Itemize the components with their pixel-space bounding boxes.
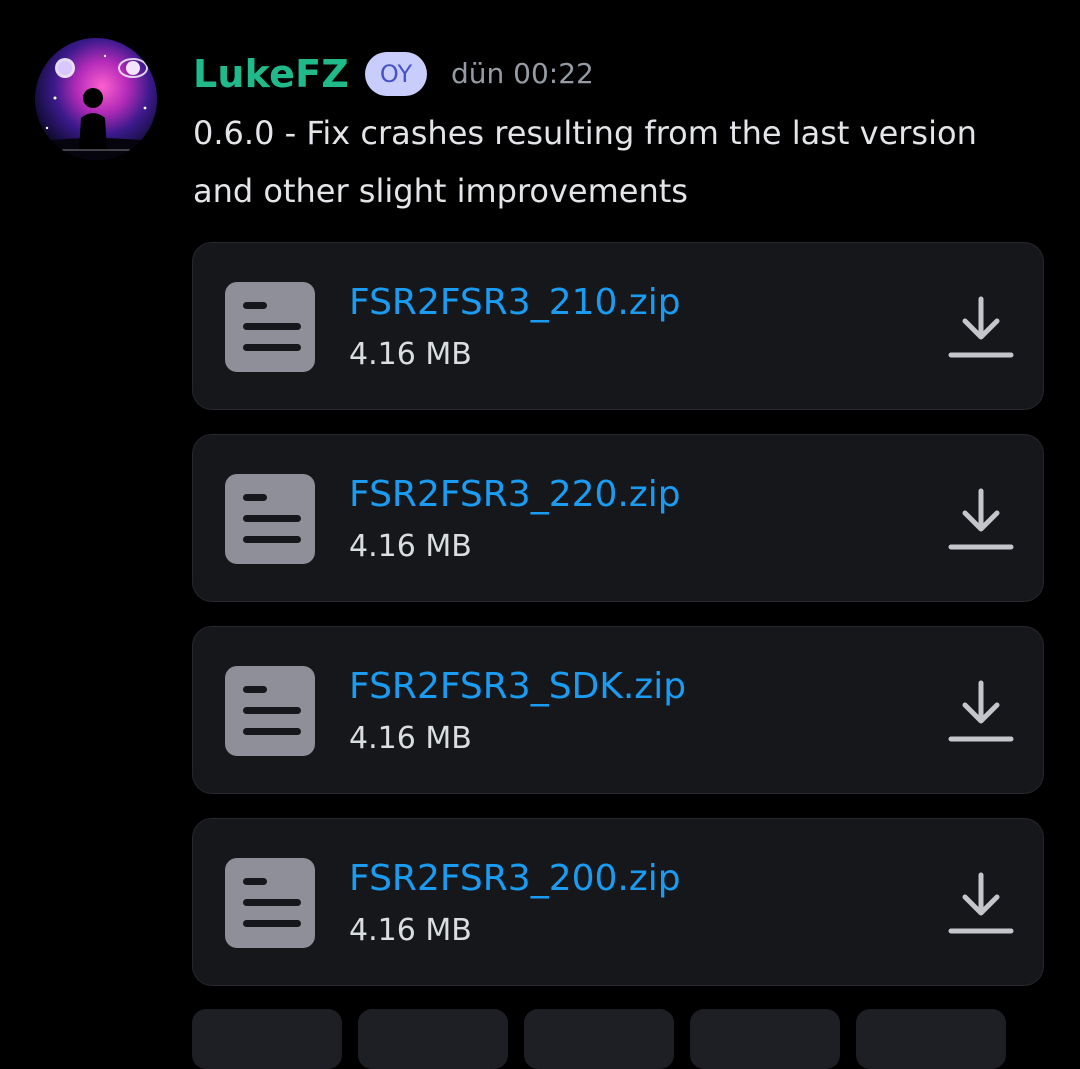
file-document-icon	[225, 474, 315, 564]
file-size: 4.16 MB	[349, 721, 472, 756]
reaction-bar	[192, 1009, 1006, 1069]
file-document-icon	[225, 282, 315, 372]
user-avatar[interactable]	[35, 38, 157, 160]
file-size: 4.16 MB	[349, 337, 472, 372]
file-attachment[interactable]: FSR2FSR3_220.zip 4.16 MB	[192, 434, 1044, 602]
timestamp: dün 00:22	[451, 57, 594, 90]
file-name-link[interactable]: FSR2FSR3_200.zip	[349, 855, 681, 903]
reaction-pill[interactable]	[358, 1009, 508, 1069]
attachment-list: FSR2FSR3_210.zip 4.16 MB FSR2FSR3_220.zi…	[192, 242, 1044, 1010]
message-text: 0.6.0 - Fix crashes resulting from the l…	[193, 114, 977, 210]
download-icon[interactable]	[943, 677, 1019, 745]
reaction-pill[interactable]	[524, 1009, 674, 1069]
reaction-pill[interactable]	[856, 1009, 1006, 1069]
reaction-pill[interactable]	[690, 1009, 840, 1069]
file-size: 4.16 MB	[349, 913, 472, 948]
file-document-icon	[225, 858, 315, 948]
download-icon[interactable]	[943, 293, 1019, 361]
file-name-link[interactable]: FSR2FSR3_SDK.zip	[349, 663, 686, 711]
file-attachment[interactable]: FSR2FSR3_SDK.zip 4.16 MB	[192, 626, 1044, 794]
download-icon[interactable]	[943, 485, 1019, 553]
file-attachment[interactable]: FSR2FSR3_200.zip 4.16 MB	[192, 818, 1044, 986]
download-icon[interactable]	[943, 869, 1019, 937]
message-header: LukeFZ OY dün 00:22	[193, 46, 594, 102]
file-name-link[interactable]: FSR2FSR3_210.zip	[349, 279, 681, 327]
reaction-pill[interactable]	[192, 1009, 342, 1069]
file-attachment[interactable]: FSR2FSR3_210.zip 4.16 MB	[192, 242, 1044, 410]
file-name-link[interactable]: FSR2FSR3_220.zip	[349, 471, 681, 519]
file-document-icon	[225, 666, 315, 756]
file-size: 4.16 MB	[349, 529, 472, 564]
role-badge[interactable]: OY	[365, 52, 428, 96]
username[interactable]: LukeFZ	[193, 46, 349, 102]
